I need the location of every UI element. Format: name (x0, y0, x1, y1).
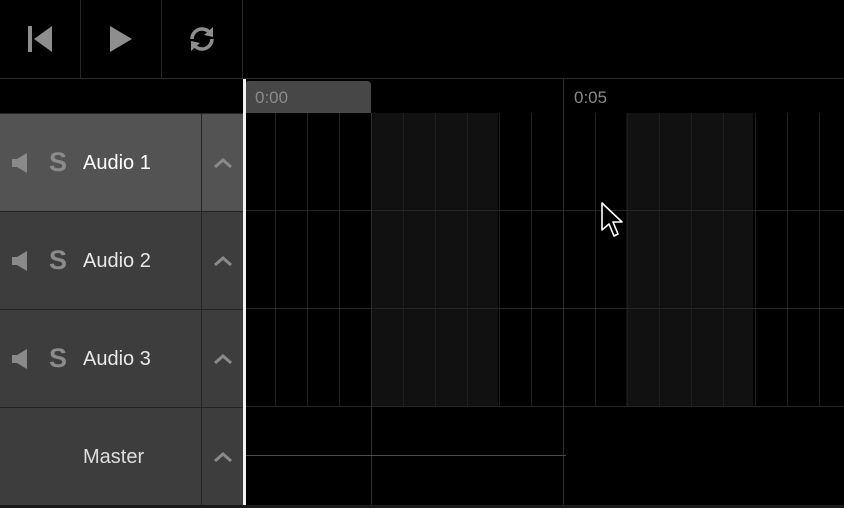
speaker-icon[interactable] (11, 152, 31, 174)
beat-line (339, 211, 340, 308)
beat-line (595, 113, 596, 210)
master-track-name: Master (83, 446, 145, 468)
solo-button[interactable]: S (49, 147, 67, 178)
speaker-icon[interactable] (11, 250, 31, 272)
beat-line (595, 309, 596, 406)
beat-line (275, 211, 276, 308)
beat-line (467, 211, 468, 308)
beat-line (403, 309, 404, 406)
track-header-audio-2[interactable]: S Audio 2 (0, 212, 243, 310)
collapse-button[interactable] (201, 212, 243, 309)
timeline-ruler[interactable]: 0:00 0:05 (0, 79, 844, 114)
ruler-label-5s: 0:05 (574, 88, 608, 107)
track-lane-audio-3[interactable] (245, 309, 844, 407)
speaker-icon[interactable] (11, 348, 31, 370)
master-volume-line[interactable] (245, 455, 566, 456)
beat-line (595, 211, 596, 308)
track-header-audio-3[interactable]: S Audio 3 (0, 310, 243, 408)
beat-line (819, 309, 820, 406)
chevron-up-icon (213, 451, 232, 462)
play-icon (110, 26, 132, 52)
beat-line (819, 113, 820, 210)
ruler-label-start: 0:00 (255, 88, 289, 107)
beat-line (435, 113, 436, 210)
collapse-button[interactable] (201, 114, 243, 211)
beat-line (659, 211, 660, 308)
beat-line (435, 211, 436, 308)
playhead[interactable] (243, 79, 246, 505)
beat-line (307, 113, 308, 210)
play-button[interactable] (81, 0, 162, 78)
beat-line (659, 309, 660, 406)
solo-button[interactable]: S (49, 343, 67, 374)
loop-button[interactable] (162, 0, 243, 78)
beat-line (531, 309, 532, 406)
beat-line (531, 211, 532, 308)
rewind-button[interactable] (0, 0, 81, 78)
bar-line (371, 113, 372, 505)
beat-line (339, 113, 340, 210)
beat-line (307, 211, 308, 308)
timeline-area[interactable] (245, 113, 844, 505)
beat-line (467, 113, 468, 210)
beat-line (627, 113, 628, 210)
beat-line (691, 309, 692, 406)
beat-line (755, 113, 756, 210)
beat-line (499, 113, 500, 210)
beat-line (403, 211, 404, 308)
beat-line (659, 113, 660, 210)
beat-shade (626, 309, 753, 406)
beat-line (467, 309, 468, 406)
chevron-up-icon (213, 353, 232, 364)
beat-line (275, 113, 276, 210)
beat-line (627, 309, 628, 406)
collapse-button[interactable] (201, 310, 243, 407)
collapse-button[interactable] (201, 408, 243, 505)
track-name[interactable]: Audio 3 (83, 348, 151, 371)
beat-line (499, 211, 500, 308)
beat-line (787, 309, 788, 406)
transport-toolbar (0, 0, 844, 79)
track-name[interactable]: Audio 1 (83, 152, 151, 175)
ruler-tick (563, 79, 564, 113)
track-header-audio-1[interactable]: S Audio 1 (0, 114, 243, 212)
beat-line (723, 309, 724, 406)
beat-line (755, 309, 756, 406)
beat-line (723, 113, 724, 210)
bar-line (563, 113, 564, 505)
skip-to-start-icon (28, 26, 52, 52)
beat-line (339, 309, 340, 406)
beat-line (819, 211, 820, 308)
solo-button[interactable]: S (49, 245, 67, 276)
beat-line (723, 211, 724, 308)
beat-shade (626, 211, 753, 308)
beat-line (755, 211, 756, 308)
beat-line (403, 113, 404, 210)
chevron-up-icon (213, 157, 232, 168)
beat-line (691, 211, 692, 308)
loop-icon (190, 27, 214, 51)
beat-line (435, 309, 436, 406)
beat-line (627, 211, 628, 308)
beat-line (787, 113, 788, 210)
beat-shade (626, 113, 753, 210)
track-header-master[interactable]: Master (0, 408, 243, 506)
track-lane-audio-1[interactable] (245, 113, 844, 211)
beat-line (691, 113, 692, 210)
beat-line (787, 211, 788, 308)
chevron-up-icon (213, 255, 232, 266)
beat-line (275, 309, 276, 406)
beat-line (531, 113, 532, 210)
track-lane-audio-2[interactable] (245, 211, 844, 309)
track-name[interactable]: Audio 2 (83, 250, 151, 273)
mouse-cursor-icon (601, 202, 623, 237)
beat-line (499, 309, 500, 406)
beat-line (307, 309, 308, 406)
